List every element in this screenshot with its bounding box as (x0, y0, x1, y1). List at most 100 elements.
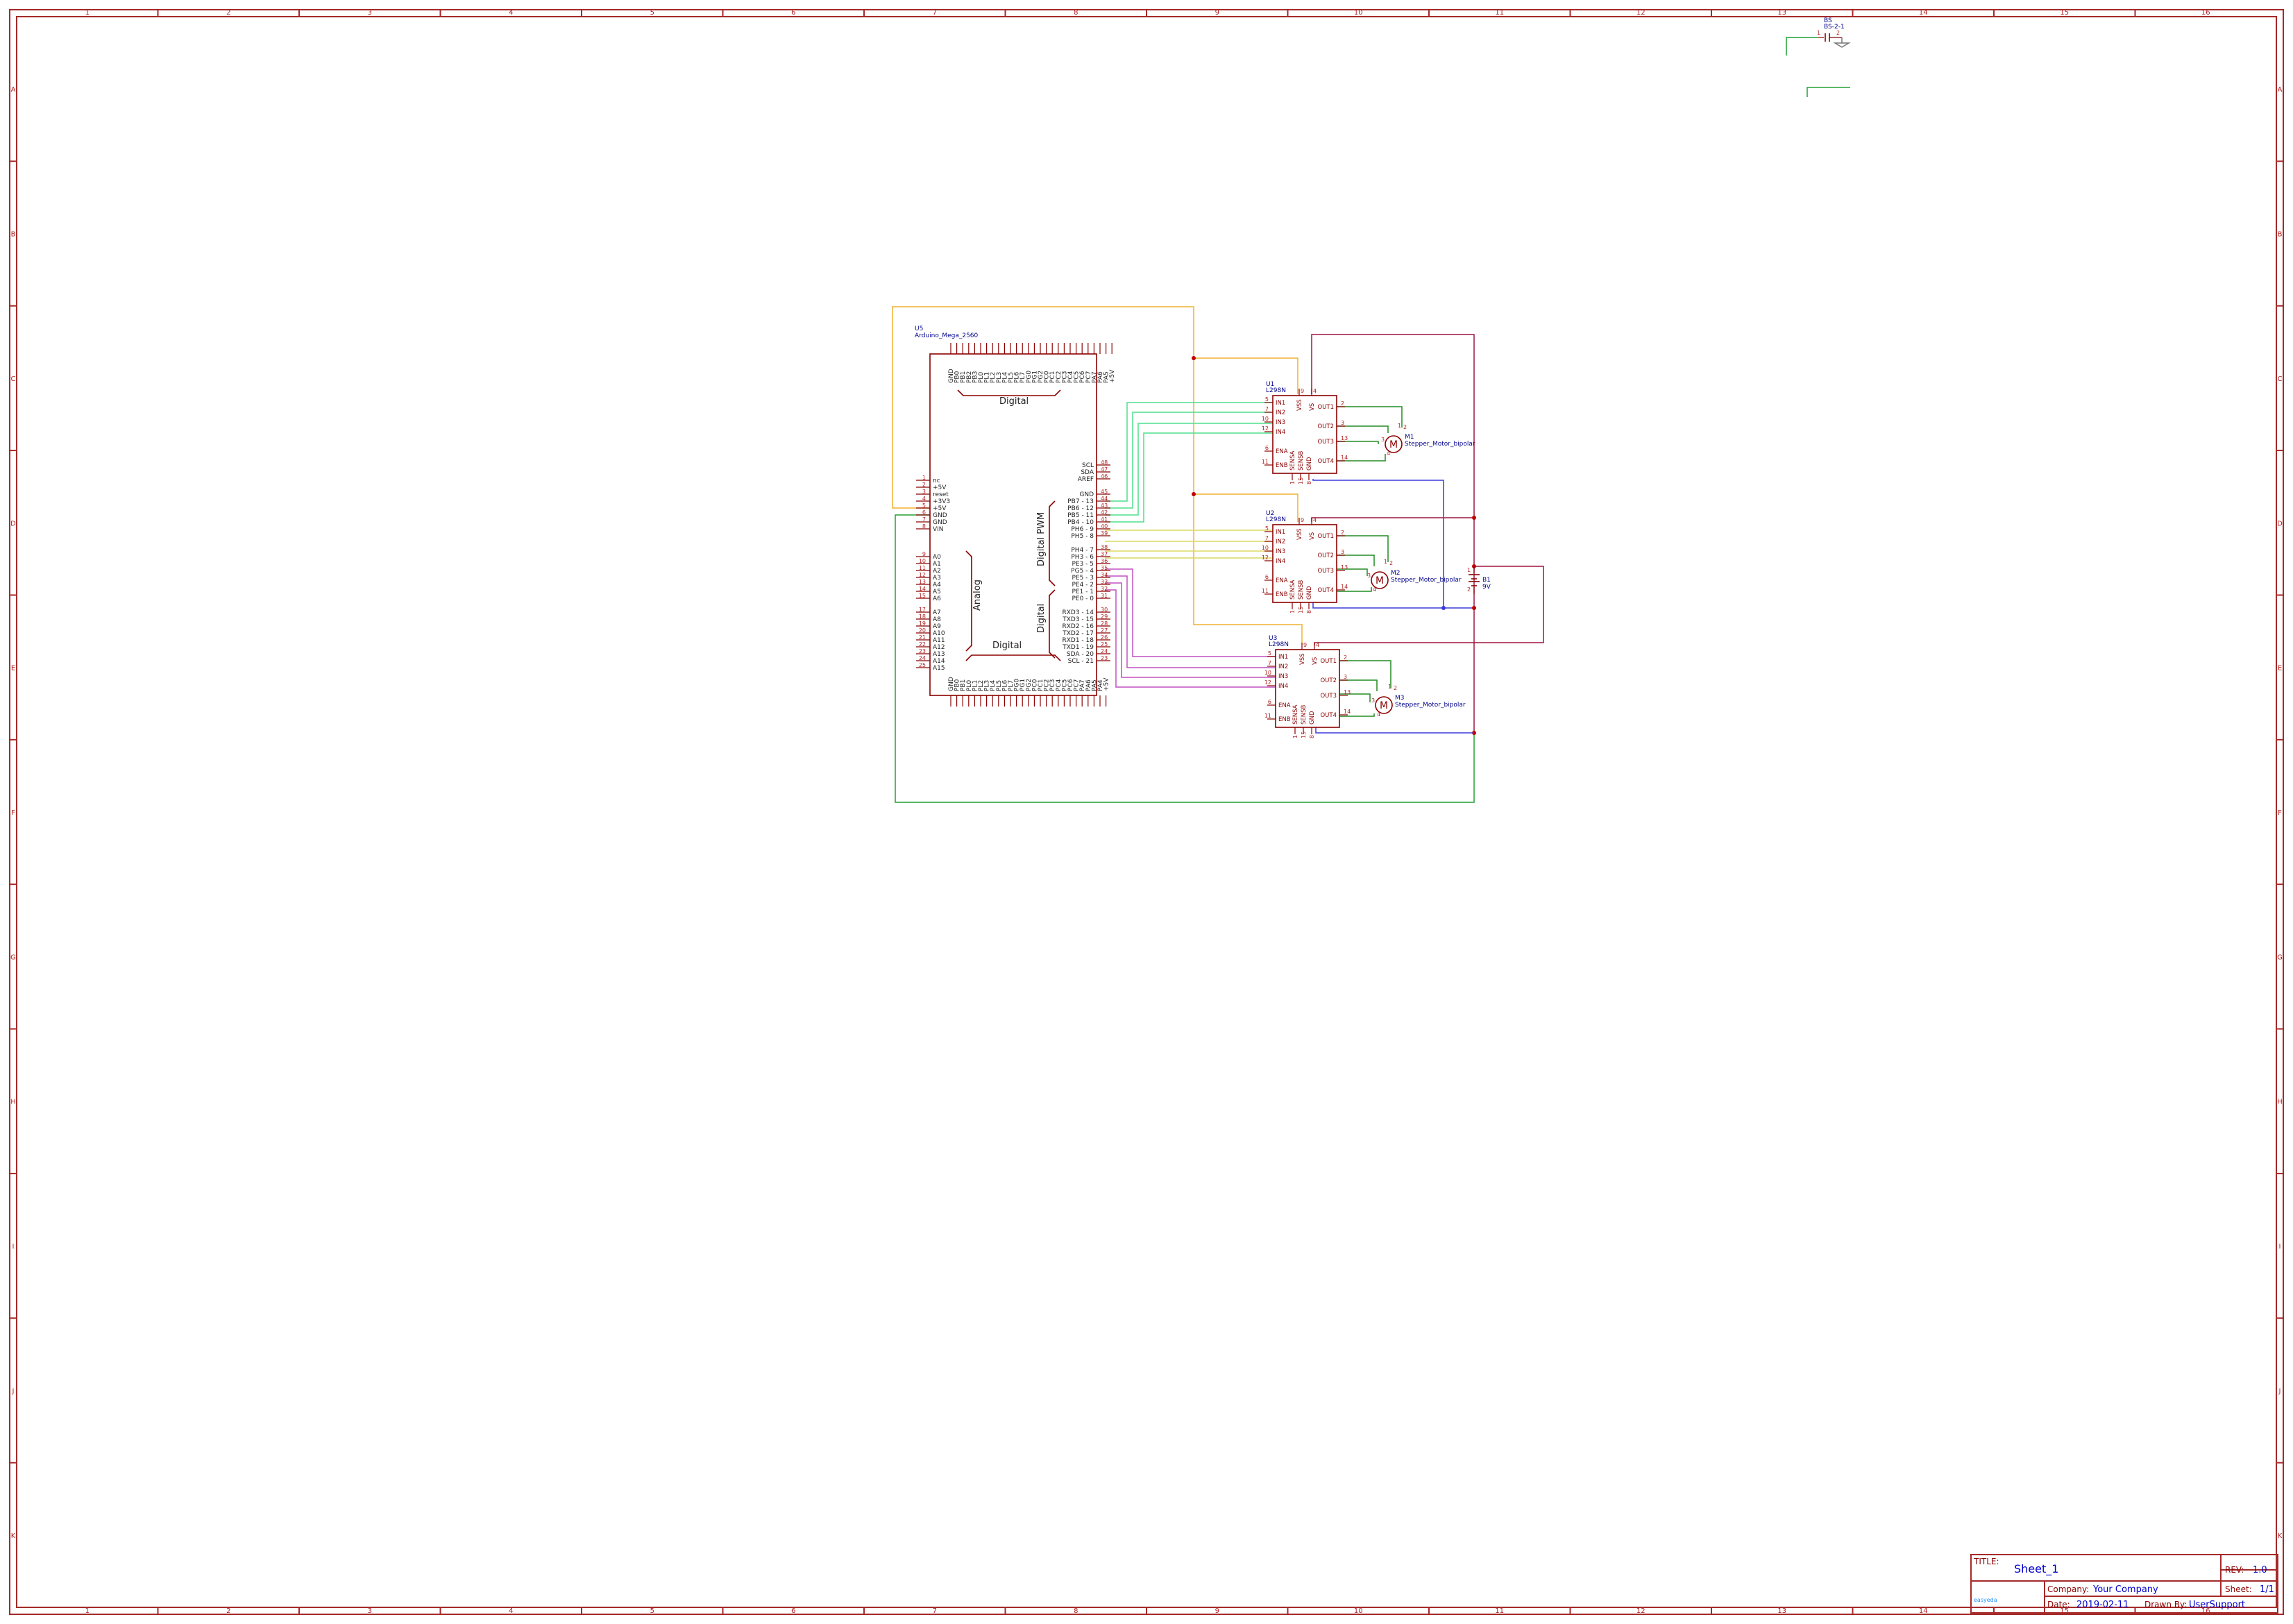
arduino-pin-number: 19 (919, 620, 926, 627)
bs-pin2: 2 (1836, 30, 1840, 36)
arduino-pin-name: A3 (933, 575, 941, 582)
driver-pin-number: 1 (1289, 610, 1296, 614)
driver-pin-name: OUT4 (1317, 458, 1334, 465)
drawn-by-value: UserSupport (2189, 1600, 2245, 1610)
sheet-value: 1/1 (2260, 1584, 2274, 1595)
driver-pin-number: 10 (1262, 416, 1269, 422)
driver-pin-name: ENA (1278, 702, 1291, 709)
arduino-pin-number: 34 (1101, 572, 1108, 578)
column-marker: 15 (2060, 9, 2069, 17)
driver-pin-number: 8 (1306, 481, 1312, 484)
stepper-motor-m1[interactable]: M1 234M1Stepper_Motor_bipolar (1381, 423, 1475, 457)
arduino-pin-number: 1 (922, 475, 926, 481)
arduino-pin-name: A4 (933, 582, 941, 589)
motor-pin-number: 2 (1389, 560, 1393, 566)
motor-pin-number: 4 (1373, 586, 1376, 593)
driver-pin-number: 5 (1268, 650, 1271, 657)
company-label: Company: (2047, 1584, 2089, 1594)
arduino-pin-number: 5 (922, 502, 926, 509)
driver-pin-name: OUT4 (1320, 712, 1337, 719)
driver-pin-number: 1 (1289, 481, 1296, 484)
arduino-pin-name: A12 (933, 644, 945, 651)
arduino-pin-number: 15 (919, 593, 926, 599)
rev-value: 1.0 (2253, 1565, 2267, 1575)
motor-pin-number: 3 (1381, 437, 1385, 443)
motor-pin-number: 4 (1377, 711, 1380, 718)
driver-pin-number: 10 (1264, 670, 1271, 676)
row-marker: F (11, 809, 15, 817)
arduino-mega-2560[interactable]: U5 Arduino_Mega_2560 Digital Analog Digi… (915, 325, 1116, 707)
arduino-pin-number: 24 (1101, 648, 1108, 654)
motor-pin-number: 1 (1388, 684, 1391, 690)
battery-b1[interactable]: 1 2 B1 9V (1467, 566, 1491, 594)
arduino-value: Arduino_Mega_2560 (915, 332, 979, 339)
l298n-driver-u1[interactable]: U1L298N5IN17IN210IN312IN46ENA11ENB2OUT13… (1262, 381, 1348, 484)
driver-pin-name: OUT1 (1320, 658, 1337, 665)
wire-m2-a (1337, 535, 1389, 562)
driver-pin-number: 11 (1264, 713, 1271, 719)
column-marker: 2 (226, 9, 230, 17)
wire-u3-in4 (1105, 589, 1276, 688)
column-marker: 11 (1495, 9, 1504, 17)
motor-pin-number: 1 (1384, 559, 1387, 565)
arduino-pin-name: A2 (933, 568, 941, 575)
arduino-pin-number: 38 (1101, 544, 1108, 550)
driver-pin-number: 15 (1301, 731, 1307, 738)
driver-pin-number: 14 (1344, 709, 1351, 715)
l298n-driver-u2[interactable]: U2L298N5IN17IN210IN312IN46ENA11ENB2OUT13… (1262, 510, 1348, 614)
motor-symbol: M (1376, 575, 1384, 586)
row-marker: H (2277, 1099, 2283, 1106)
row-marker: I (12, 1243, 15, 1251)
driver-pin-name: IN3 (1276, 548, 1285, 555)
column-marker: 6 (791, 9, 795, 17)
bs-part[interactable]: BS BS-2-1 1 2 (1817, 17, 1851, 48)
driver-pin-name: OUT3 (1317, 568, 1334, 575)
driver-pin-name: IN3 (1276, 419, 1285, 426)
sheet-label: Sheet: (2225, 1584, 2252, 1594)
column-marker: 5 (650, 1607, 654, 1615)
stepper-motor-m2[interactable]: M 1 2 3 4 M2Stepper_Motor_bipolar (1367, 559, 1462, 593)
arduino-pin-name: A9 (933, 623, 941, 630)
battery-ref: B1 (1482, 577, 1491, 584)
arduino-pin-name: A11 (933, 637, 945, 644)
column-marker: 13 (1777, 1607, 1786, 1615)
analog-bracket (965, 550, 972, 652)
l298n-driver-u3[interactable]: U3L298N5IN17IN210IN312IN46ENA11ENB2OUT13… (1264, 635, 1351, 738)
arduino-pin-name: SDA - 20 (1067, 651, 1094, 658)
driver-pin-number: 3 (1341, 420, 1344, 426)
arduino-pin-name: PB5 - 11 (1067, 512, 1094, 519)
title-label: TITLE: (1973, 1557, 1999, 1566)
driver-pin-name: VSS (1296, 399, 1303, 411)
column-marker: 14 (1919, 9, 1928, 17)
arduino-pin-number: 20 (919, 627, 926, 634)
arduino-pin-name: A0 (933, 554, 941, 561)
wire-gnd-u3 (1315, 727, 1474, 734)
ground-icon (1833, 42, 1851, 48)
digital-bottom-bracket (965, 654, 1061, 661)
arduino-pin-name: reset (933, 491, 949, 498)
row-marker: C (2278, 375, 2283, 383)
row-marker: E (11, 665, 15, 673)
junction-dot (1192, 356, 1196, 360)
driver-pin-number: 6 (1265, 574, 1269, 580)
rev-label: REV: (2225, 1565, 2244, 1575)
motor-symbol: M (1380, 700, 1388, 711)
arduino-pin-number: 9 (922, 551, 926, 557)
arduino-pin-name: GND (1079, 491, 1094, 498)
stepper-motors: M1 234M1Stepper_Motor_bipolarM1 234M2Stepp… (1367, 423, 1475, 718)
arduino-pin-name: VIN (933, 526, 944, 533)
arduino-pin-number: 35 (1101, 565, 1108, 571)
arduino-pin-name: nc (933, 477, 940, 484)
stepper-motor-m3[interactable]: M 1 2 34 M3Stepper_Motor_bipolar (1371, 684, 1466, 718)
driver-pin-number: 12 (1262, 425, 1269, 432)
driver-value: L298N (1269, 641, 1289, 648)
arduino-pin-name: PG5 - 4 (1071, 568, 1094, 575)
driver-pin-number: 9 (1301, 388, 1304, 394)
driver-pin-name: IN4 (1276, 429, 1285, 436)
column-marker: 12 (1636, 9, 1645, 17)
analog-label: Analog (972, 580, 983, 611)
arduino-pin-name: PE4 - 2 (1072, 582, 1094, 589)
arduino-pin-number: 11 (919, 565, 926, 571)
driver-pin-name: SENSB (1298, 580, 1305, 600)
arduino-pin-number: 7 (922, 516, 926, 523)
